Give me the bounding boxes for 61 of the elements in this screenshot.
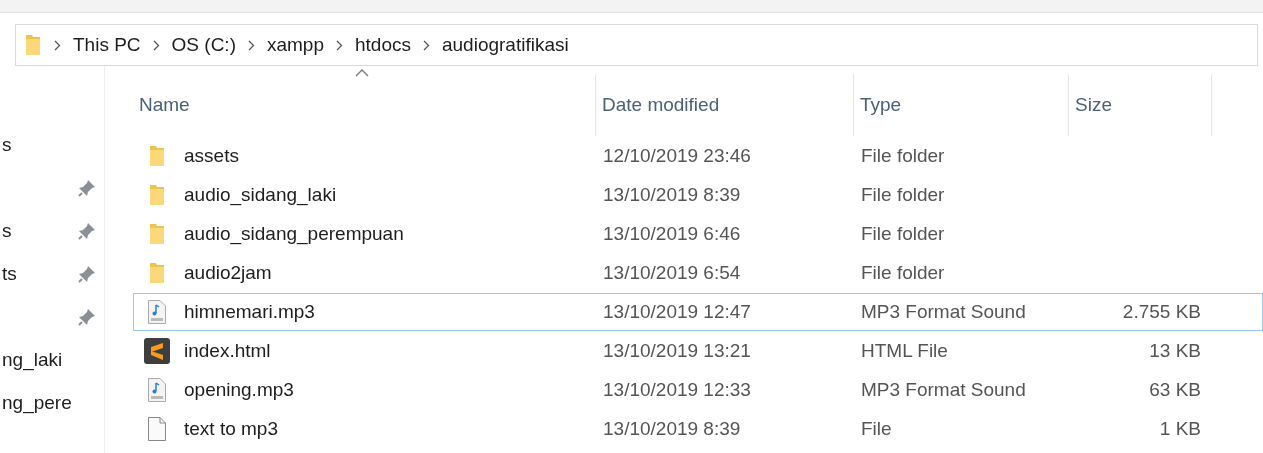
column-header[interactable]: Size bbox=[1069, 74, 1212, 136]
sublime-file-icon bbox=[144, 338, 170, 364]
type-cell-text: File folder bbox=[860, 145, 946, 167]
column-header[interactable]: Name bbox=[133, 74, 596, 136]
folder-icon bbox=[148, 144, 166, 168]
type-cell-text: MP3 Format Sound bbox=[860, 301, 1027, 323]
sidebar-item[interactable]: s bbox=[2, 133, 12, 156]
type-cell-text: File bbox=[860, 418, 893, 440]
chevron-icon bbox=[247, 39, 255, 51]
pin-icon[interactable] bbox=[78, 307, 96, 326]
type-cell-text: HTML File bbox=[860, 340, 949, 362]
folder-icon bbox=[148, 222, 166, 246]
breadcrumb[interactable]: This PC bbox=[73, 34, 141, 56]
folder-icon bbox=[148, 261, 166, 285]
sidebar-item[interactable]: ng_laki bbox=[2, 348, 63, 371]
file-name[interactable]: opening.mp3 bbox=[184, 379, 294, 401]
date-cell-text: 13/10/2019 8:39 bbox=[602, 418, 742, 440]
file-name[interactable]: himnemari.mp3 bbox=[184, 301, 315, 323]
file-name[interactable]: assets bbox=[184, 145, 239, 167]
breadcrumb[interactable]: audiogratifikasi bbox=[442, 34, 569, 56]
date-cell-text: 13/10/2019 6:46 bbox=[602, 223, 742, 245]
type-cell-text: File folder bbox=[860, 262, 946, 284]
column-header[interactable]: Type bbox=[854, 74, 1069, 136]
file-name[interactable]: audio_sidang_laki bbox=[184, 184, 337, 206]
size-cell-text: 63 KB bbox=[1148, 379, 1202, 401]
file-name[interactable]: index.html bbox=[184, 340, 271, 362]
sidebar-item[interactable]: ts bbox=[2, 262, 17, 285]
size-cell-text: 13 KB bbox=[1148, 340, 1202, 362]
pin-icon[interactable] bbox=[78, 221, 96, 240]
column-header[interactable]: Date modified bbox=[596, 74, 854, 136]
breadcrumb[interactable]: xampp bbox=[266, 34, 324, 56]
file-name[interactable]: text to mp3 bbox=[184, 418, 278, 440]
breadcrumb[interactable]: OS (C:) bbox=[171, 34, 236, 56]
type-cell-text: File folder bbox=[860, 223, 946, 245]
folder-icon bbox=[24, 33, 42, 57]
sidebar-item[interactable]: s bbox=[2, 219, 12, 242]
type-cell-text: File folder bbox=[860, 184, 946, 206]
file-icon bbox=[147, 416, 167, 442]
address-bar[interactable]: This PC OS (C:) xampp htdocs audiogratifikasi bbox=[15, 24, 1258, 66]
chevron-icon bbox=[54, 39, 61, 51]
pin-icon[interactable] bbox=[78, 178, 96, 197]
type-cell-text: MP3 Format Sound bbox=[860, 379, 1027, 401]
file-name[interactable]: audio2jam bbox=[184, 262, 272, 284]
date-cell-text: 13/10/2019 8:39 bbox=[602, 184, 742, 206]
pin-icon[interactable] bbox=[78, 264, 96, 283]
folder-icon bbox=[148, 183, 166, 207]
breadcrumb[interactable]: htdocs bbox=[355, 34, 411, 56]
file-name[interactable]: audio_sidang_perempuan bbox=[184, 223, 404, 245]
date-cell-text: 13/10/2019 13:21 bbox=[602, 340, 752, 362]
chevron-icon bbox=[152, 39, 160, 51]
size-cell-text: 2.755 KB bbox=[1121, 301, 1202, 323]
date-cell-text: 12/10/2019 23:46 bbox=[602, 145, 752, 167]
size-cell-text: 1 KB bbox=[1158, 418, 1202, 440]
audio-file-icon bbox=[147, 377, 167, 403]
chevron-icon bbox=[423, 39, 430, 51]
date-cell-text: 13/10/2019 12:33 bbox=[602, 379, 752, 401]
date-cell-text: 13/10/2019 12:47 bbox=[602, 301, 752, 323]
chevron-icon bbox=[336, 39, 343, 51]
audio-file-icon bbox=[147, 299, 167, 325]
sidebar-item[interactable]: ng_pere bbox=[2, 391, 72, 414]
date-cell-text: 13/10/2019 6:54 bbox=[602, 262, 742, 284]
